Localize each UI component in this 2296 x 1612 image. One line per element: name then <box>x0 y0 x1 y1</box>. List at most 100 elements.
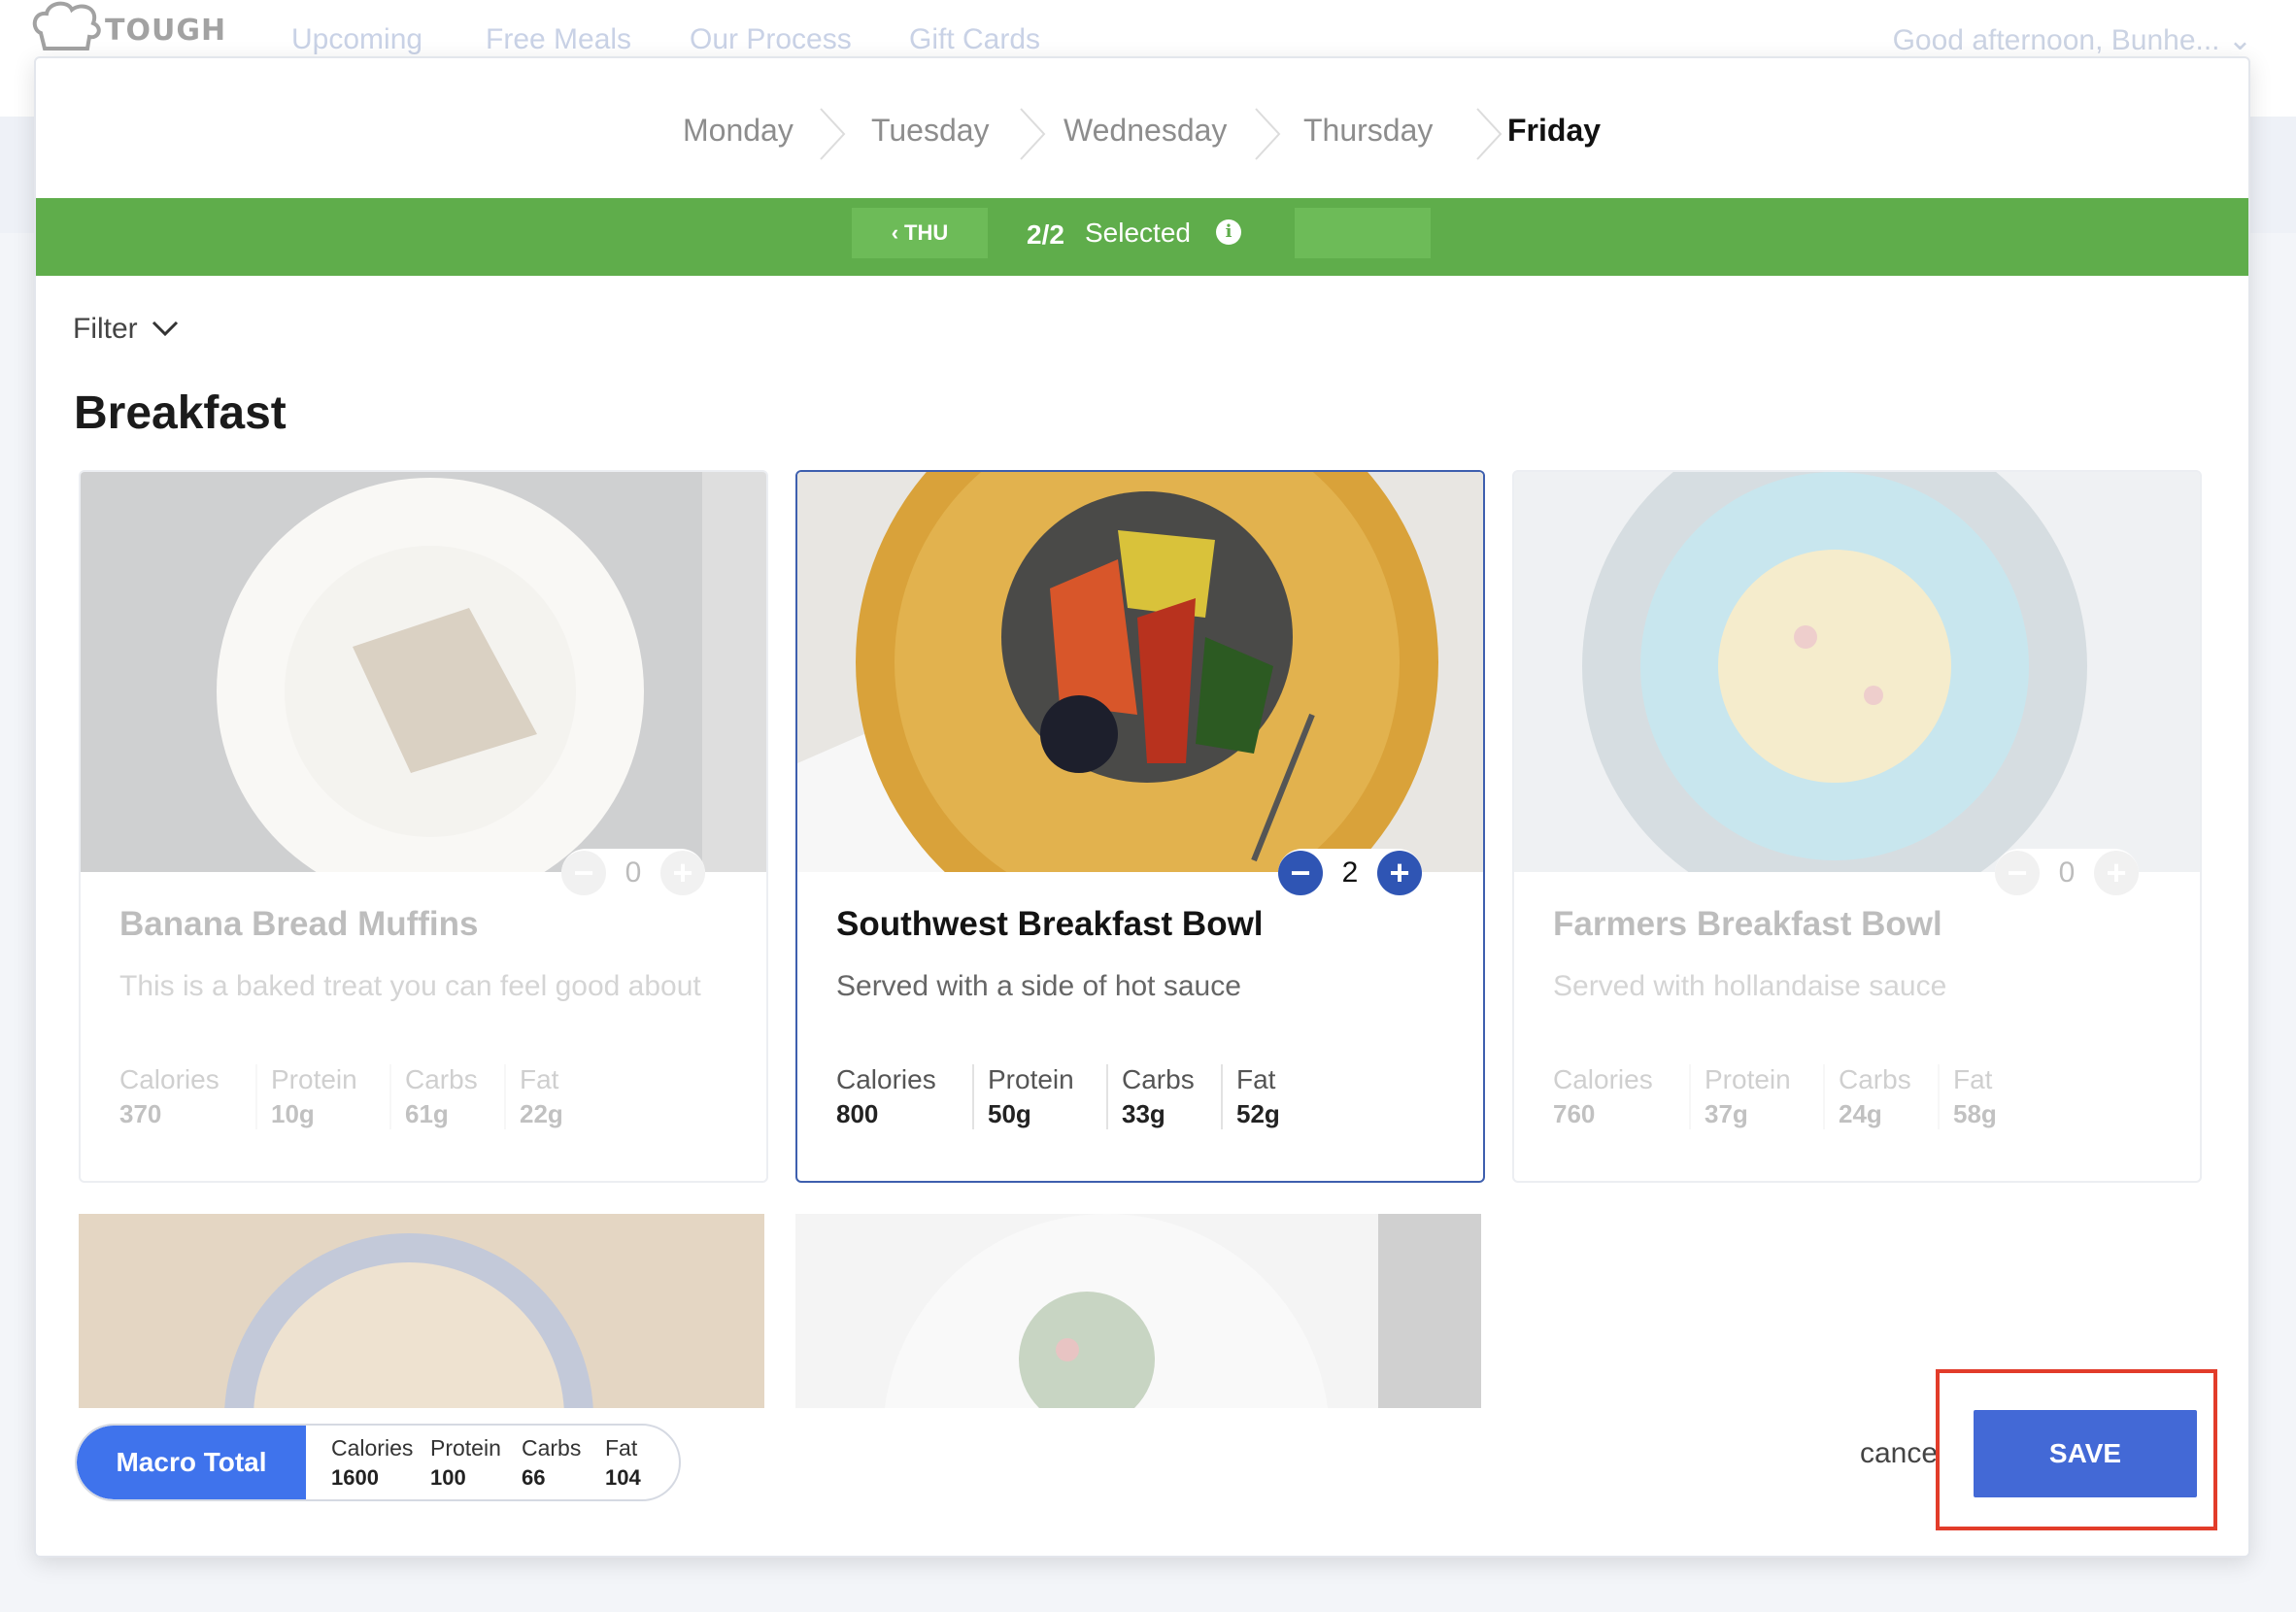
macro-label: Protein <box>271 1064 357 1094</box>
selection-bar: ‹ THU 2/2 Selected i <box>36 198 2248 276</box>
macro-total-item-label: Protein <box>430 1435 501 1461</box>
macro-label: Fat <box>1236 1064 1276 1094</box>
decrease-button[interactable]: − <box>1278 851 1323 895</box>
meal-description: Served with hollandaise sauce <box>1553 970 1947 1002</box>
prev-day-label: THU <box>904 220 949 245</box>
macro-total-item-label: Fat <box>605 1435 638 1461</box>
macro-total-item: Calories 1600 <box>331 1435 413 1491</box>
increase-button[interactable]: + <box>2094 851 2139 895</box>
chef-hat-icon <box>32 1 101 50</box>
user-greeting-menu[interactable]: Good afternoon, Bunhe... ⌄ <box>1893 23 2252 57</box>
meal-image <box>1514 472 2200 872</box>
cancel-button[interactable]: cance <box>1860 1437 1938 1470</box>
selected-count: 2/2 <box>1027 219 1064 250</box>
macro-total-item-value: 66 <box>522 1465 546 1490</box>
day-tab-friday[interactable]: Friday <box>1507 113 1601 149</box>
highlight-box <box>1936 1369 2217 1530</box>
macro-total-item-label: Calories <box>331 1435 414 1461</box>
meal-name: Farmers Breakfast Bowl <box>1553 905 1942 943</box>
macro-label: Calories <box>119 1064 219 1094</box>
macro-value: 37g <box>1705 1099 1748 1128</box>
chevron-down-icon <box>152 320 178 337</box>
macro-total-item-value: 104 <box>605 1465 641 1490</box>
decrease-button[interactable]: − <box>561 851 606 895</box>
quantity-value: 2 <box>1341 856 1359 889</box>
chevron-right-icon <box>1255 108 1281 160</box>
macro-label: Carbs <box>1839 1064 1911 1094</box>
meal-name: Southwest Breakfast Bowl <box>836 905 1264 943</box>
decrease-button[interactable]: − <box>1995 851 2040 895</box>
logo-text: TOUGH <box>105 14 227 48</box>
filter-label: Filter <box>73 313 138 345</box>
macro-total-item: Protein 100 <box>430 1435 501 1491</box>
macro-label: Calories <box>836 1064 936 1094</box>
macro-total-item: Carbs 66 <box>522 1435 581 1491</box>
selected-label: Selected <box>1085 218 1191 248</box>
meal-name: Banana Bread Muffins <box>119 905 479 943</box>
info-icon[interactable]: i <box>1216 219 1241 245</box>
quantity-stepper: − 2 + <box>1278 849 1422 897</box>
macro-label: Carbs <box>405 1064 478 1094</box>
quantity-stepper: − 0 + <box>561 849 705 897</box>
macro-value: 61g <box>405 1099 449 1128</box>
nav-link-gift-cards[interactable]: Gift Cards <box>909 23 1040 56</box>
chevron-left-icon: ‹ <box>891 220 899 245</box>
macro-value: 370 <box>119 1099 162 1128</box>
meal-image <box>79 1214 764 1408</box>
macro-total-pill: Macro Total Calories 1600 Protein 100 Carb… <box>75 1424 681 1501</box>
macro-label: Calories <box>1553 1064 1653 1094</box>
meal-image <box>795 1214 1481 1408</box>
meal-image <box>81 472 766 872</box>
greeting-text: Good afternoon, Bunhe... <box>1892 24 2220 56</box>
nav-link-upcoming[interactable]: Upcoming <box>291 23 422 56</box>
increase-button[interactable]: + <box>1377 851 1422 895</box>
macro-value: 800 <box>836 1099 879 1128</box>
filter-dropdown[interactable]: Filter <box>73 313 179 346</box>
meal-card[interactable]: − 0 + Farmers Breakfast Bowl Served with… <box>1512 470 2202 1183</box>
macro-total-label: Macro Total <box>77 1426 306 1499</box>
logo[interactable]: TOUGH <box>29 0 227 56</box>
quantity-value: 0 <box>625 856 642 889</box>
quantity-stepper: − 0 + <box>1995 849 2139 897</box>
macro-value: 24g <box>1839 1099 1882 1128</box>
macro-total-item-label: Carbs <box>522 1435 582 1461</box>
meal-selection-modal: Monday Tuesday Wednesday Thursday Friday… <box>34 56 2250 1558</box>
day-tab-monday[interactable]: Monday <box>683 113 793 149</box>
quantity-value: 0 <box>2058 856 2076 889</box>
chevron-right-icon <box>820 108 846 160</box>
macro-total-item-value: 1600 <box>331 1465 379 1490</box>
chevron-down-icon: ⌄ <box>2227 24 2252 56</box>
meal-card[interactable]: − 0 + Banana Bread Muffins This is a bak… <box>79 470 768 1183</box>
nav-link-free-meals[interactable]: Free Meals <box>486 23 631 56</box>
macro-value: 58g <box>1953 1099 1997 1128</box>
macro-label: Protein <box>1705 1064 1791 1094</box>
macro-value: 22g <box>520 1099 563 1128</box>
meal-card-selected[interactable]: − 2 + Southwest Breakfast Bowl Served wi… <box>795 470 1485 1183</box>
meal-macros: Calories 760 Protein 37g Carbs 24g Fat 58g <box>1553 1064 2032 1129</box>
meal-image <box>797 472 1483 872</box>
nav-link-our-process[interactable]: Our Process <box>690 23 852 56</box>
macro-value: 760 <box>1553 1099 1596 1128</box>
day-tab-wednesday[interactable]: Wednesday <box>1064 113 1227 149</box>
macro-value: 10g <box>271 1099 315 1128</box>
prev-day-button[interactable]: ‹ THU <box>852 208 988 258</box>
macro-label: Fat <box>520 1064 559 1094</box>
increase-button[interactable]: + <box>660 851 705 895</box>
macro-total-item: Fat 104 <box>605 1435 641 1491</box>
macro-value: 52g <box>1236 1099 1280 1128</box>
macro-label: Protein <box>988 1064 1074 1094</box>
next-day-button[interactable] <box>1295 208 1431 258</box>
section-title-breakfast: Breakfast <box>74 387 287 439</box>
day-tab-tuesday[interactable]: Tuesday <box>871 113 990 149</box>
meal-description: This is a baked treat you can feel good … <box>119 970 701 1002</box>
macro-label: Carbs <box>1122 1064 1195 1094</box>
meal-card[interactable] <box>79 1214 764 1408</box>
meal-macros: Calories 800 Protein 50g Carbs 33g Fat 52g <box>836 1064 1315 1129</box>
macro-value: 50g <box>988 1099 1031 1128</box>
macro-label: Fat <box>1953 1064 1993 1094</box>
macro-total-item-value: 100 <box>430 1465 466 1490</box>
meal-macros: Calories 370 Protein 10g Carbs 61g Fat 22g <box>119 1064 598 1129</box>
chevron-right-icon <box>1020 108 1046 160</box>
day-tab-thursday[interactable]: Thursday <box>1303 113 1433 149</box>
meal-card[interactable] <box>795 1214 1481 1408</box>
